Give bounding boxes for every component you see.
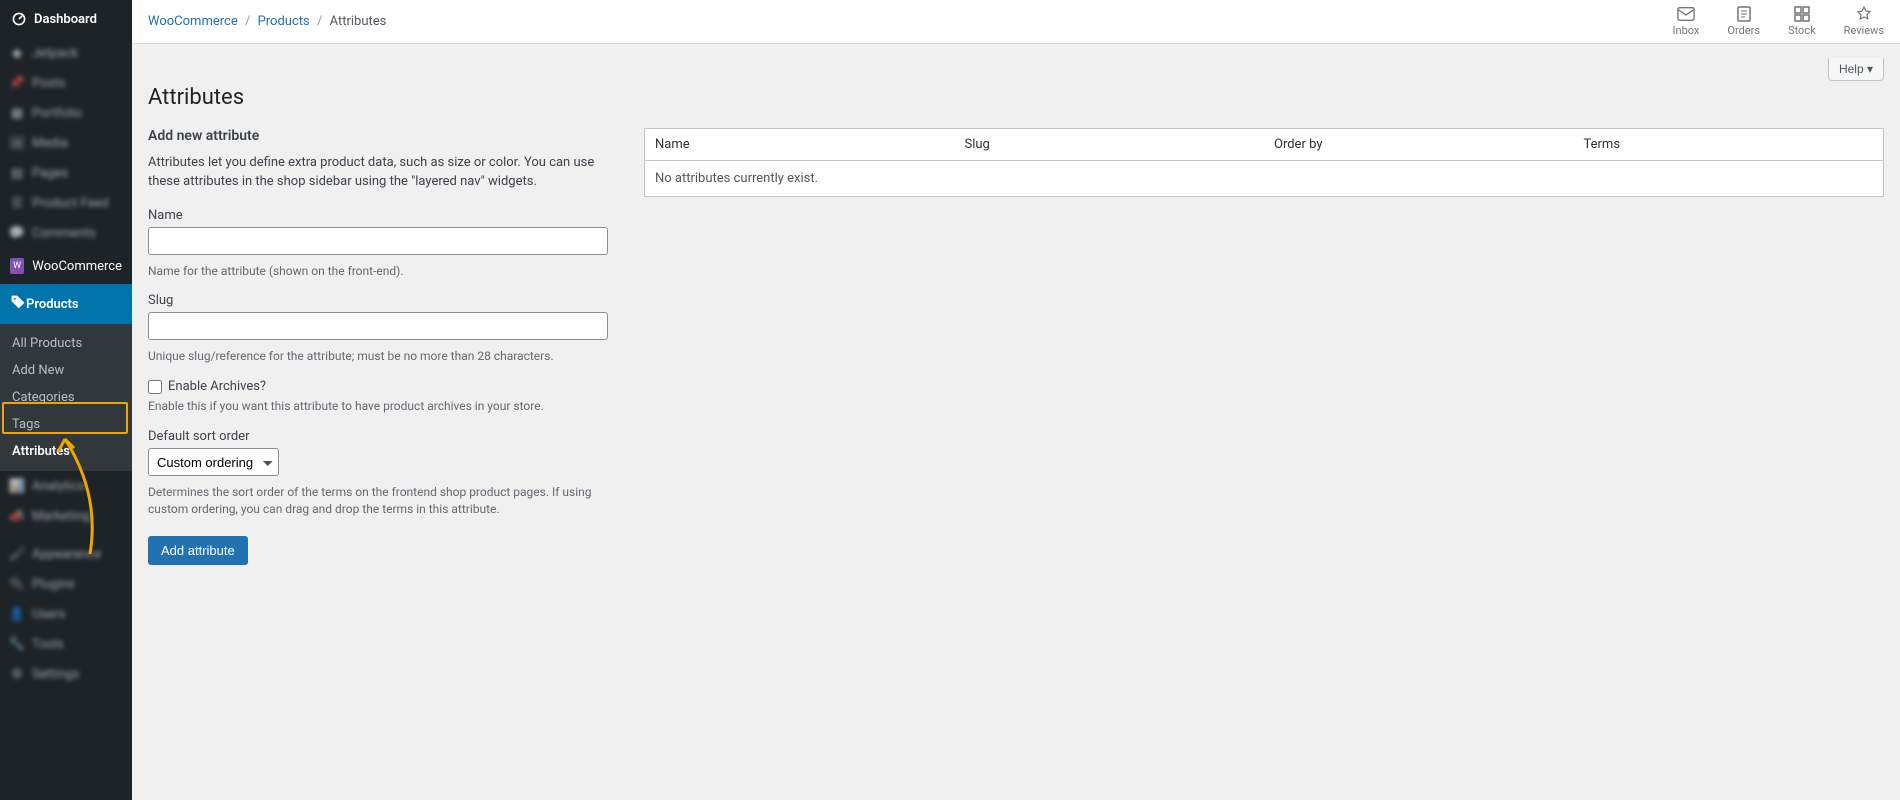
enable-archives-label: Enable Archives? <box>168 379 266 394</box>
sort-help: Determines the sort order of the terms o… <box>148 484 628 518</box>
sidebar-item-woocommerce[interactable]: W WooCommerce <box>0 248 132 284</box>
sidebar-item-plugins[interactable]: 🔌Plugins <box>0 569 132 599</box>
submenu-attributes[interactable]: Attributes <box>0 438 132 465</box>
table-body: No attributes currently exist. <box>645 161 1883 196</box>
help-button[interactable]: Help ▾ <box>1828 58 1884 81</box>
sidebar-item-analytics[interactable]: 📊Analytics <box>0 471 132 501</box>
add-attribute-button[interactable]: Add attribute <box>148 536 248 565</box>
dashboard-icon <box>10 10 28 28</box>
products-submenu: All Products Add New Categories Tags Att… <box>0 324 132 471</box>
th-name: Name <box>645 129 955 160</box>
page-title: Attributes <box>148 85 1884 110</box>
woocommerce-icon: W <box>10 258 24 274</box>
breadcrumb-products[interactable]: Products <box>258 14 310 29</box>
reviews-icon <box>1856 6 1872 22</box>
name-input[interactable] <box>148 227 608 255</box>
sidebar-item-jetpack[interactable]: ◆Jetpack <box>0 38 132 68</box>
form-intro: Attributes let you define extra product … <box>148 154 628 192</box>
topbar-right: Inbox Orders Stock Reviews <box>1673 6 1884 37</box>
sidebar-label-woocommerce: WooCommerce <box>32 259 122 274</box>
sidebar-item-tools[interactable]: 🔧Tools <box>0 629 132 659</box>
sidebar-item-settings[interactable]: ⚙Settings <box>0 659 132 689</box>
th-slug: Slug <box>955 129 1265 160</box>
sidebar-item-pages[interactable]: ▤Pages <box>0 158 132 188</box>
table-header: Name Slug Order by Terms <box>645 129 1883 161</box>
th-terms: Terms <box>1574 129 1884 160</box>
stock-icon <box>1794 6 1810 22</box>
th-order-by: Order by <box>1264 129 1574 160</box>
sidebar-item-portfolio[interactable]: ▦Portfolio <box>0 98 132 128</box>
enable-archives-checkbox[interactable] <box>148 380 162 394</box>
submenu-categories[interactable]: Categories <box>0 384 132 411</box>
sidebar-item-dashboard[interactable]: Dashboard <box>0 0 132 38</box>
main-area: WooCommerce / Products / Attributes Inbo… <box>132 0 1900 800</box>
sidebar-item-posts[interactable]: 📌Posts <box>0 68 132 98</box>
attributes-table-wrap: Name Slug Order by Terms No attributes c… <box>644 128 1884 565</box>
slug-input[interactable] <box>148 312 608 340</box>
orders-icon <box>1737 6 1751 22</box>
breadcrumb: WooCommerce / Products / Attributes <box>148 14 386 29</box>
admin-sidebar: Dashboard ◆Jetpack 📌Posts ▦Portfolio 🖼Me… <box>0 0 132 800</box>
submenu-add-new[interactable]: Add New <box>0 357 132 384</box>
submenu-all-products[interactable]: All Products <box>0 330 132 357</box>
attributes-table: Name Slug Order by Terms No attributes c… <box>644 128 1884 197</box>
sidebar-item-comments[interactable]: 💬Comments <box>0 218 132 248</box>
slug-label: Slug <box>148 293 628 308</box>
name-label: Name <box>148 208 628 223</box>
sidebar-item-products[interactable]: Products <box>0 284 132 324</box>
products-icon <box>10 294 26 314</box>
topbar-reviews[interactable]: Reviews <box>1844 6 1884 37</box>
sidebar-item-marketing[interactable]: 📣Marketing <box>0 501 132 531</box>
add-attribute-form: Add new attribute Attributes let you def… <box>148 128 628 565</box>
sidebar-label-dashboard: Dashboard <box>34 12 97 27</box>
submenu-tags[interactable]: Tags <box>0 411 132 438</box>
sidebar-item-media[interactable]: 🖼Media <box>0 128 132 158</box>
topbar-orders[interactable]: Orders <box>1727 6 1760 37</box>
form-heading: Add new attribute <box>148 128 628 144</box>
content: Help ▾ Attributes Add new attribute Attr… <box>132 44 1900 579</box>
name-help: Name for the attribute (shown on the fro… <box>148 263 628 280</box>
table-empty-row: No attributes currently exist. <box>645 161 1883 196</box>
sort-label: Default sort order <box>148 429 628 444</box>
slug-help: Unique slug/reference for the attribute;… <box>148 348 628 365</box>
topbar-inbox[interactable]: Inbox <box>1673 6 1700 37</box>
sort-select[interactable]: Custom ordering <box>148 448 279 476</box>
sidebar-item-users[interactable]: 👤Users <box>0 599 132 629</box>
breadcrumb-woocommerce[interactable]: WooCommerce <box>148 14 238 29</box>
breadcrumb-current: Attributes <box>330 14 387 29</box>
sidebar-item-product-feed[interactable]: ☰Product Feed <box>0 188 132 218</box>
sidebar-label-products: Products <box>26 297 79 312</box>
topbar: WooCommerce / Products / Attributes Inbo… <box>132 0 1900 44</box>
topbar-stock[interactable]: Stock <box>1788 6 1816 37</box>
enable-archives-help: Enable this if you want this attribute t… <box>148 398 628 415</box>
sidebar-item-appearance[interactable]: 🖌Appearance <box>0 539 132 569</box>
inbox-icon <box>1677 6 1695 22</box>
